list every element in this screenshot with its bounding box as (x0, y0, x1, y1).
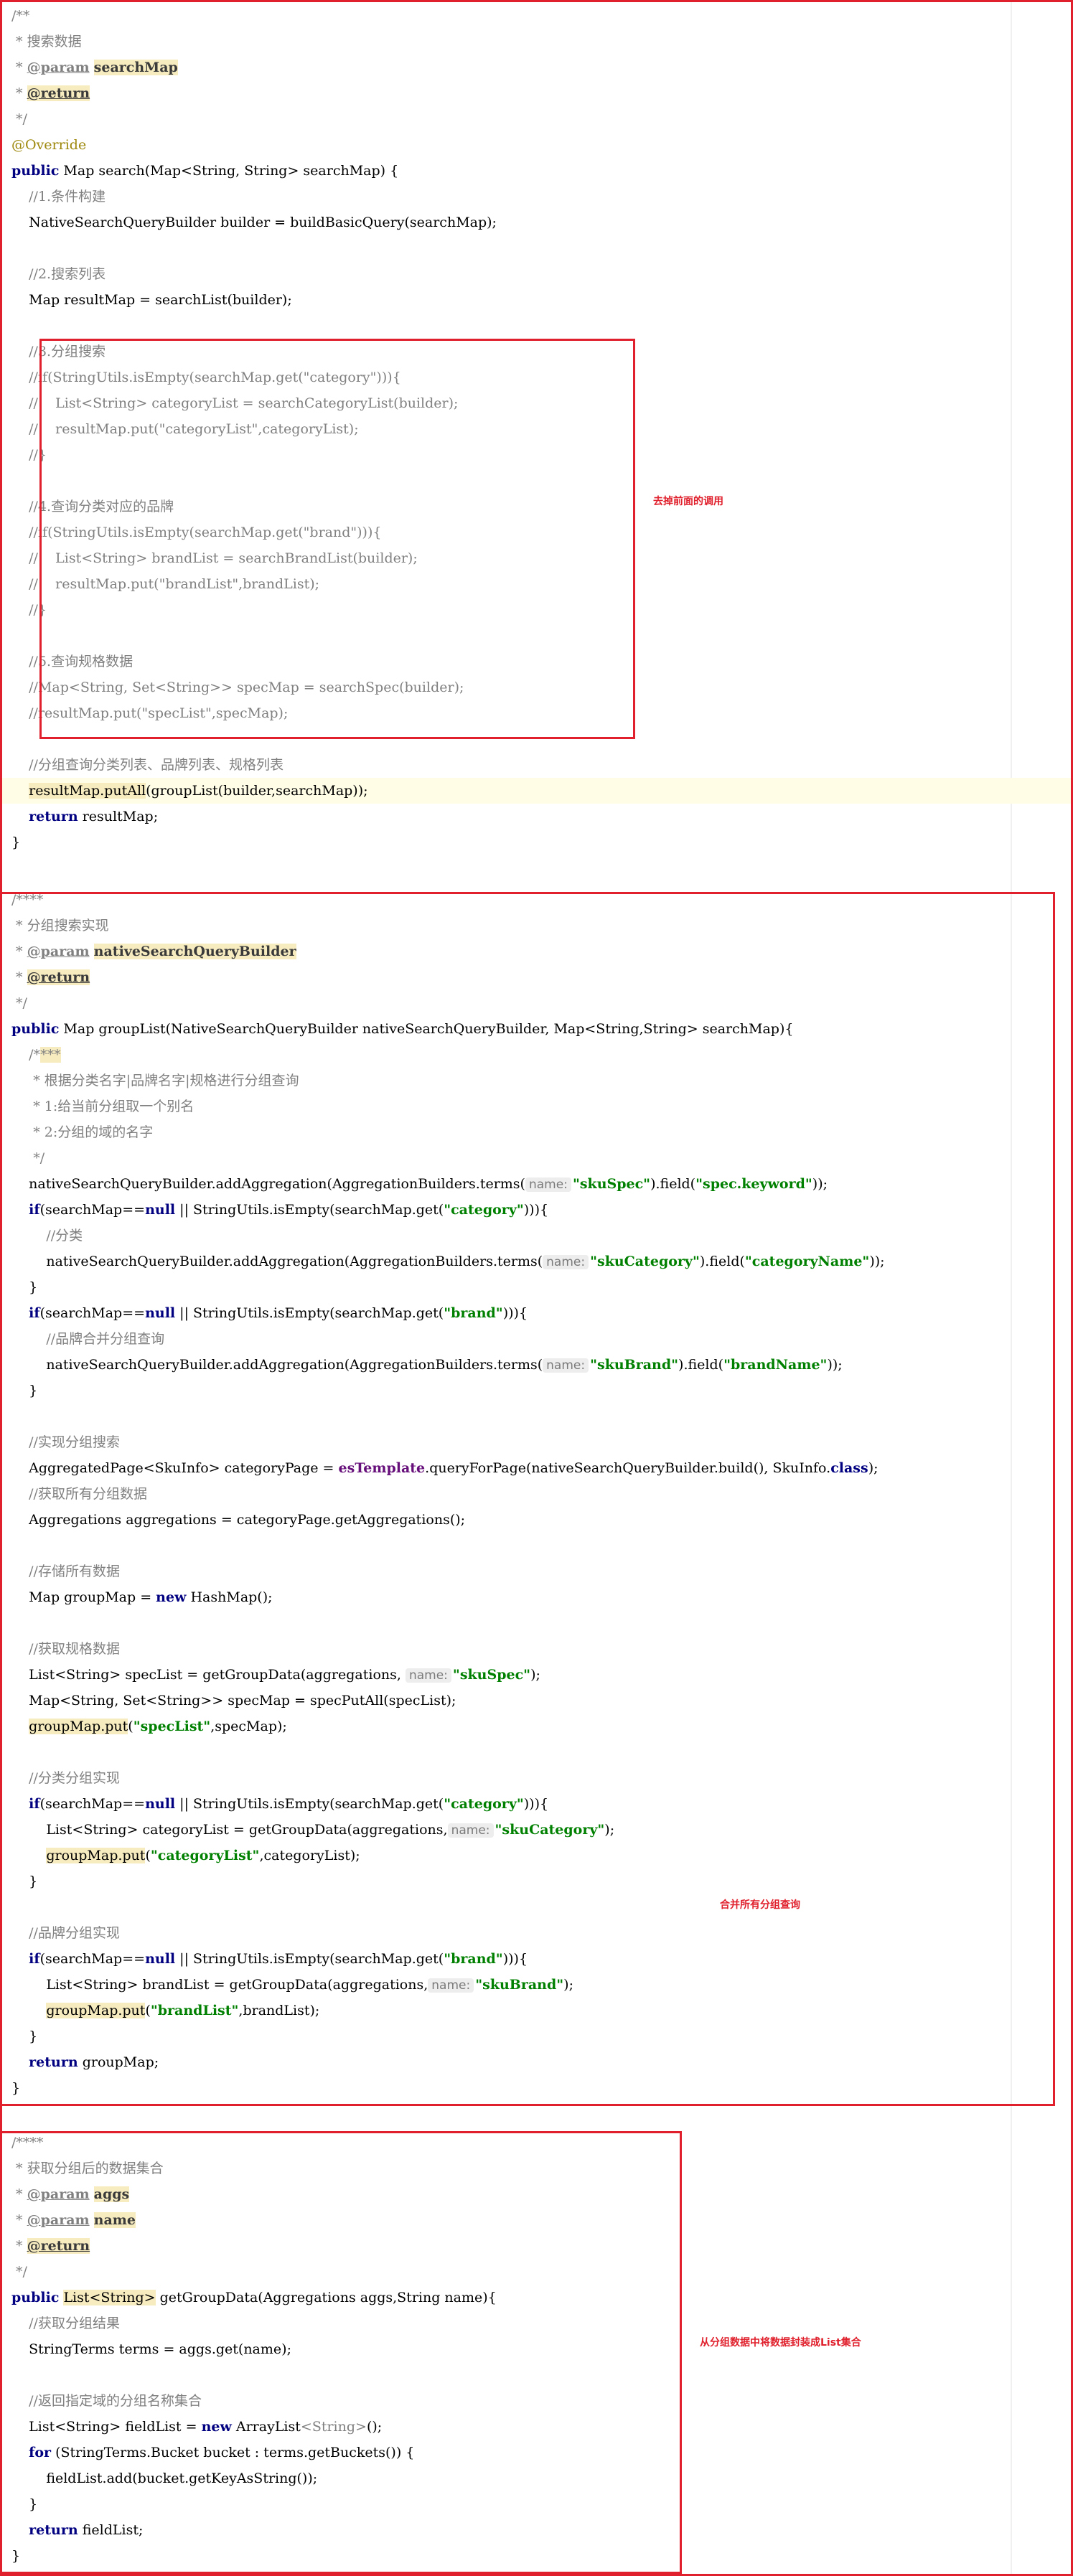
get-group-data-box (0, 2131, 682, 2574)
group-list-box (0, 892, 1055, 2106)
note-wrap-list: 从分组数据中将数据封装成List集合 (700, 2337, 861, 2349)
commented-calls-box (39, 339, 635, 739)
note-merge-groups: 合并所有分组查询 (720, 1899, 800, 1911)
note-remove-calls: 去掉前面的调用 (653, 496, 723, 507)
